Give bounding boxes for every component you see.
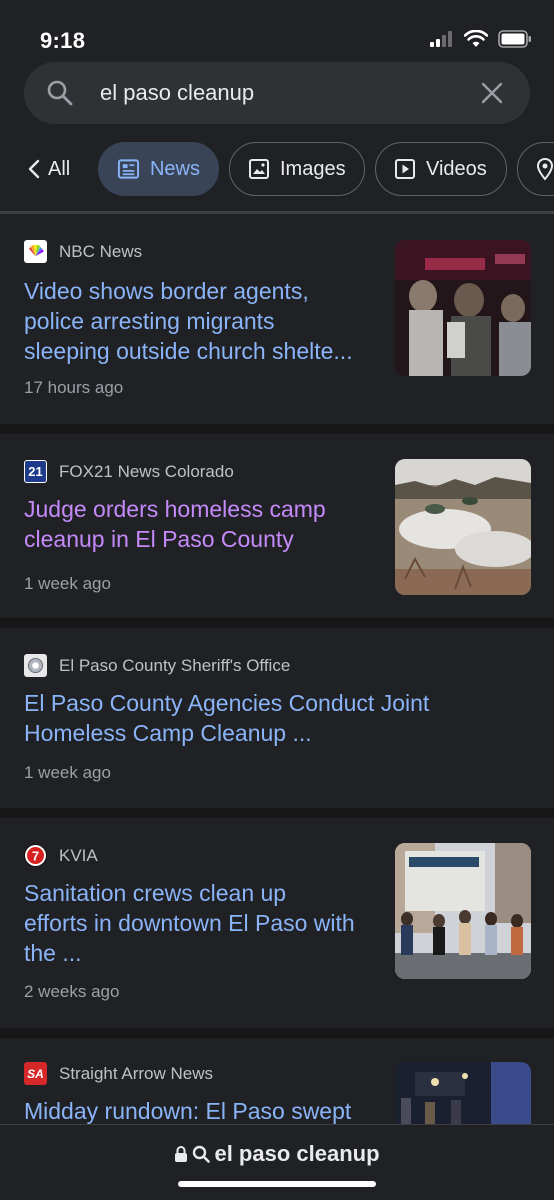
svg-text:7: 7: [32, 849, 39, 864]
sheriff-badge-icon: [24, 654, 47, 677]
search-icon: [193, 1145, 211, 1163]
source-name: Straight Arrow News: [59, 1063, 213, 1083]
search-icon: [47, 80, 73, 106]
news-result-card[interactable]: El Paso County Sheriff's Office El Paso …: [0, 628, 554, 808]
news-result-card[interactable]: NBC News Video shows border agents, poli…: [0, 214, 554, 424]
news-result-card[interactable]: 21 FOX21 News Colorado Judge orders home…: [0, 434, 554, 618]
status-time: 9:18: [40, 28, 86, 53]
source-row: 21 FOX21 News Colorado: [24, 460, 234, 483]
tab-videos[interactable]: Videos: [375, 142, 507, 196]
chevron-left-icon: [28, 159, 40, 179]
tab-maps[interactable]: [517, 142, 554, 196]
tab-videos-label: Videos: [426, 157, 487, 180]
source-name: NBC News: [59, 241, 143, 261]
headline-line: Sanitation crews clean up: [24, 880, 287, 906]
source-name: El Paso County Sheriff's Office: [59, 655, 291, 675]
search-bar[interactable]: el paso cleanup: [24, 62, 530, 124]
result-time: 2 weeks ago: [24, 982, 120, 1001]
signal-icon: [430, 31, 452, 47]
headline-link[interactable]: Judge orders homeless camp cleanup in El…: [24, 494, 326, 554]
fox21-logo-icon: 21: [24, 460, 47, 483]
result-time: 1 week ago: [24, 763, 111, 782]
headline-line: the ...: [24, 940, 82, 966]
source-name: KVIA: [59, 845, 98, 865]
headline-line: El Paso County Agencies Conduct Joint: [24, 690, 430, 716]
headline-line: Midday rundown: El Paso swept: [24, 1098, 352, 1124]
headline-line: police arresting migrants: [24, 308, 275, 334]
battery-icon: [498, 30, 531, 48]
result-thumbnail[interactable]: [395, 459, 531, 595]
lock-icon: [175, 1146, 188, 1162]
headline-line: sleeping outside church shelte...: [24, 338, 353, 364]
search-input[interactable]: el paso cleanup: [100, 80, 254, 106]
headline-link[interactable]: Video shows border agents, police arrest…: [24, 276, 353, 366]
source-name: FOX21 News Colorado: [59, 461, 234, 481]
tab-images[interactable]: Images: [229, 142, 365, 196]
tab-news-label: News: [149, 157, 200, 180]
back-to-all-button[interactable]: All: [28, 142, 70, 196]
image-icon: [249, 159, 269, 179]
newspaper-icon: [117, 159, 140, 179]
wifi-icon: [464, 30, 488, 47]
headline-link[interactable]: Sanitation crews clean up efforts in dow…: [24, 878, 355, 968]
play-icon: [395, 159, 415, 179]
news-result-card[interactable]: 7 KVIA Sanitation crews clean up efforts…: [0, 818, 554, 1028]
back-label: All: [48, 157, 71, 180]
status-bar: 9:18: [0, 0, 554, 70]
headline-line: Video shows border agents,: [24, 278, 309, 304]
bottom-address-bar[interactable]: el paso cleanup: [0, 1124, 554, 1200]
nbc-logo-icon: [24, 240, 47, 263]
close-icon[interactable]: [480, 81, 504, 105]
source-row: El Paso County Sheriff's Office: [24, 654, 290, 677]
card-separator: [0, 618, 554, 628]
result-thumbnail[interactable]: [395, 843, 531, 979]
tab-news[interactable]: News: [98, 142, 219, 196]
news-result-card[interactable]: SA Straight Arrow News Midday rundown: E…: [0, 1038, 554, 1124]
result-thumbnail[interactable]: [395, 240, 531, 376]
source-row: 7 KVIA: [24, 844, 98, 867]
card-separator: [0, 1028, 554, 1038]
source-row: NBC News: [24, 240, 142, 263]
result-time: 1 week ago: [24, 574, 111, 593]
straight-arrow-logo-icon: SA: [24, 1062, 47, 1085]
headline-link[interactable]: Midday rundown: El Paso swept: [24, 1096, 351, 1124]
headline-line: Homeless Camp Cleanup ...: [24, 720, 312, 746]
headline-link[interactable]: El Paso County Agencies Conduct Joint Ho…: [24, 688, 429, 748]
result-thumbnail[interactable]: [395, 1062, 531, 1124]
address-bar[interactable]: el paso cleanup: [0, 1141, 554, 1167]
home-indicator[interactable]: [178, 1181, 376, 1187]
address-text: el paso cleanup: [214, 1141, 380, 1166]
status-icons: [430, 30, 532, 48]
card-separator: [0, 808, 554, 818]
headline-line: Judge orders homeless camp: [24, 496, 326, 522]
tab-images-label: Images: [280, 157, 346, 180]
kvia-logo-icon: 7: [24, 844, 47, 867]
card-separator: [0, 424, 554, 434]
source-row: SA Straight Arrow News: [24, 1062, 213, 1085]
headline-line: cleanup in El Paso County: [24, 526, 294, 552]
result-time: 17 hours ago: [24, 378, 124, 397]
map-pin-icon: [536, 157, 554, 181]
filter-chips: All News Images Videos: [0, 142, 554, 198]
headline-line: efforts in downtown El Paso with: [24, 910, 355, 936]
